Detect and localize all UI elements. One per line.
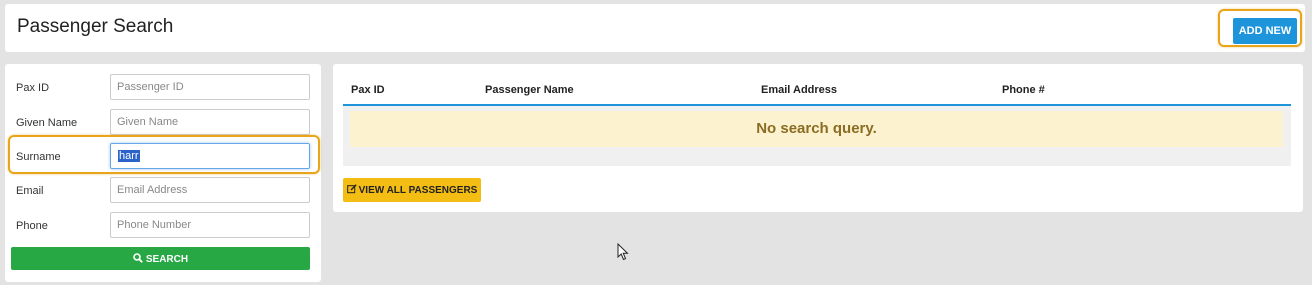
- add-new-button[interactable]: ADD NEW: [1233, 18, 1297, 44]
- pax-id-label: Pax ID: [16, 82, 50, 94]
- surname-label: Surname: [16, 151, 61, 163]
- phone-input[interactable]: [110, 212, 310, 238]
- mouse-cursor-icon: [617, 243, 629, 261]
- surname-value: harr: [118, 150, 140, 162]
- results-table: Pax ID Passenger Name Email Address Phon…: [343, 74, 1291, 166]
- table-header: Pax ID Passenger Name Email Address Phon…: [343, 74, 1291, 106]
- view-all-passengers-label: VIEW ALL PASSENGERS: [358, 185, 478, 196]
- given-name-input[interactable]: [110, 109, 310, 135]
- search-button[interactable]: SEARCH: [11, 247, 310, 270]
- column-header-passenger-name[interactable]: Passenger Name: [485, 84, 574, 96]
- pax-id-input[interactable]: [110, 74, 310, 100]
- empty-results-row: No search query.: [350, 111, 1283, 147]
- email-label: Email: [16, 185, 44, 197]
- phone-row: Phone: [5, 212, 321, 240]
- email-input[interactable]: [110, 177, 310, 203]
- edit-icon: [346, 184, 357, 194]
- column-header-phone[interactable]: Phone #: [1002, 84, 1045, 96]
- column-header-pax-id[interactable]: Pax ID: [351, 84, 385, 96]
- view-all-passengers-button[interactable]: VIEW ALL PASSENGERS: [343, 178, 481, 202]
- header-panel: Passenger Search ADD NEW: [5, 4, 1305, 52]
- surname-row: Surname harr: [5, 143, 321, 171]
- search-icon: [133, 252, 143, 263]
- search-form-panel: Pax ID Given Name Surname harr Email Pho…: [5, 64, 321, 282]
- email-row: Email: [5, 177, 321, 205]
- given-name-row: Given Name: [5, 109, 321, 137]
- surname-input[interactable]: harr: [110, 143, 310, 169]
- results-panel: Pax ID Passenger Name Email Address Phon…: [333, 64, 1303, 212]
- empty-results-message: No search query.: [756, 120, 877, 137]
- pax-id-row: Pax ID: [5, 74, 321, 102]
- search-button-label: SEARCH: [145, 253, 189, 265]
- column-header-email-address[interactable]: Email Address: [761, 84, 837, 96]
- given-name-label: Given Name: [16, 117, 78, 129]
- phone-label: Phone: [16, 220, 48, 232]
- page-title: Passenger Search: [17, 16, 174, 37]
